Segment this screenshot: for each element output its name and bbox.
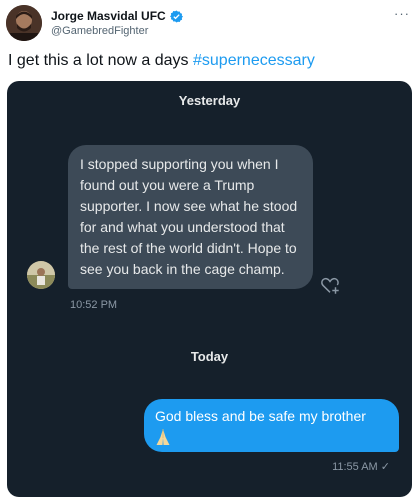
heart-plus-icon[interactable]	[319, 274, 341, 296]
tweet-header: Jorge Masvidal UFC @GamebredFighter ···	[0, 0, 418, 46]
folded-hands-emoji-icon	[155, 428, 388, 451]
more-options-icon[interactable]: ···	[394, 6, 410, 21]
incoming-message-bubble: I stopped supporting you when I found ou…	[68, 145, 313, 289]
date-separator-yesterday: Yesterday	[178, 93, 241, 108]
verified-badge-icon	[169, 10, 183, 23]
outgoing-message-bubble: God bless and be safe my brother	[144, 399, 399, 452]
incoming-timestamp: 10:52 PM	[70, 299, 118, 311]
outgoing-timestamp: 11:55 AM ✓	[332, 461, 390, 473]
handle[interactable]: @GamebredFighter	[51, 25, 148, 37]
display-name[interactable]: Jorge Masvidal UFC	[51, 9, 166, 23]
tweet-text: I get this a lot now a days #supernecess…	[8, 52, 315, 70]
sender-avatar	[27, 261, 55, 289]
hashtag-link[interactable]: #supernecessary	[193, 52, 315, 69]
outgoing-message-text: God bless and be safe my brother	[155, 408, 366, 424]
avatar[interactable]	[6, 5, 42, 41]
date-separator-today: Today	[190, 349, 229, 364]
tweet-text-body: I get this a lot now a days	[8, 52, 193, 69]
dm-screenshot: Yesterday I stopped supporting you when …	[7, 81, 412, 497]
